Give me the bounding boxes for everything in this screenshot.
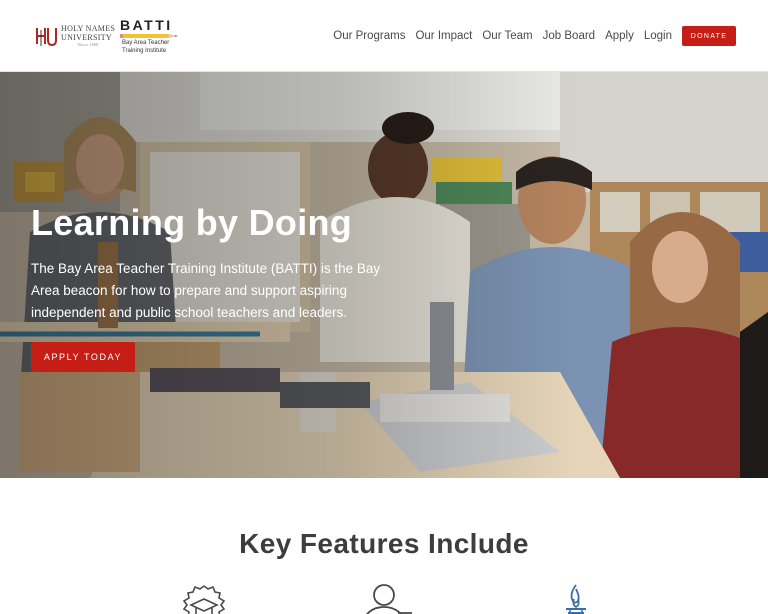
hnu-since: Since 1868 <box>77 42 99 47</box>
graduation-badge-icon <box>178 583 230 614</box>
site-header: HOLY NAMES UNIVERSITY Since 1868 BATTI B… <box>0 0 768 72</box>
hero-description: The Bay Area Teacher Training Institute … <box>31 261 381 320</box>
apply-today-button[interactable]: APPLY TODAY <box>31 342 135 372</box>
features-heading: Key Features Include <box>239 528 529 559</box>
main-nav: Our Programs Our Impact Our Team Job Boa… <box>333 26 736 46</box>
hero-title: Learning by Doing <box>31 202 353 243</box>
nav-login[interactable]: Login <box>644 30 672 42</box>
nav-our-impact[interactable]: Our Impact <box>415 30 472 42</box>
holy-names-university-logo[interactable]: HOLY NAMES UNIVERSITY Since 1868 <box>34 22 115 50</box>
nav-job-board[interactable]: Job Board <box>543 30 595 42</box>
hnu-monogram-icon <box>34 24 58 48</box>
donate-button[interactable]: DONATE <box>682 26 736 46</box>
batti-sub1: Bay Area Teacher <box>122 40 170 46</box>
hnu-line2: UNIVERSITY <box>61 33 112 42</box>
nav-apply[interactable]: Apply <box>605 30 634 42</box>
pencil-icon <box>120 34 178 38</box>
batti-logo[interactable]: BATTI Bay Area Teacher Training Institut… <box>120 18 182 54</box>
flame-icon <box>564 583 588 614</box>
hnu-line1: HOLY NAMES <box>61 24 116 33</box>
batti-wordmark: BATTI <box>120 17 173 33</box>
nav-our-programs[interactable]: Our Programs <box>333 30 405 42</box>
hero-section: Learning by Doing The Bay Area Teacher T… <box>0 72 768 478</box>
person-icon <box>358 583 414 614</box>
batti-sub2: Training Institute <box>122 47 167 54</box>
nav-our-team[interactable]: Our Team <box>482 30 532 42</box>
